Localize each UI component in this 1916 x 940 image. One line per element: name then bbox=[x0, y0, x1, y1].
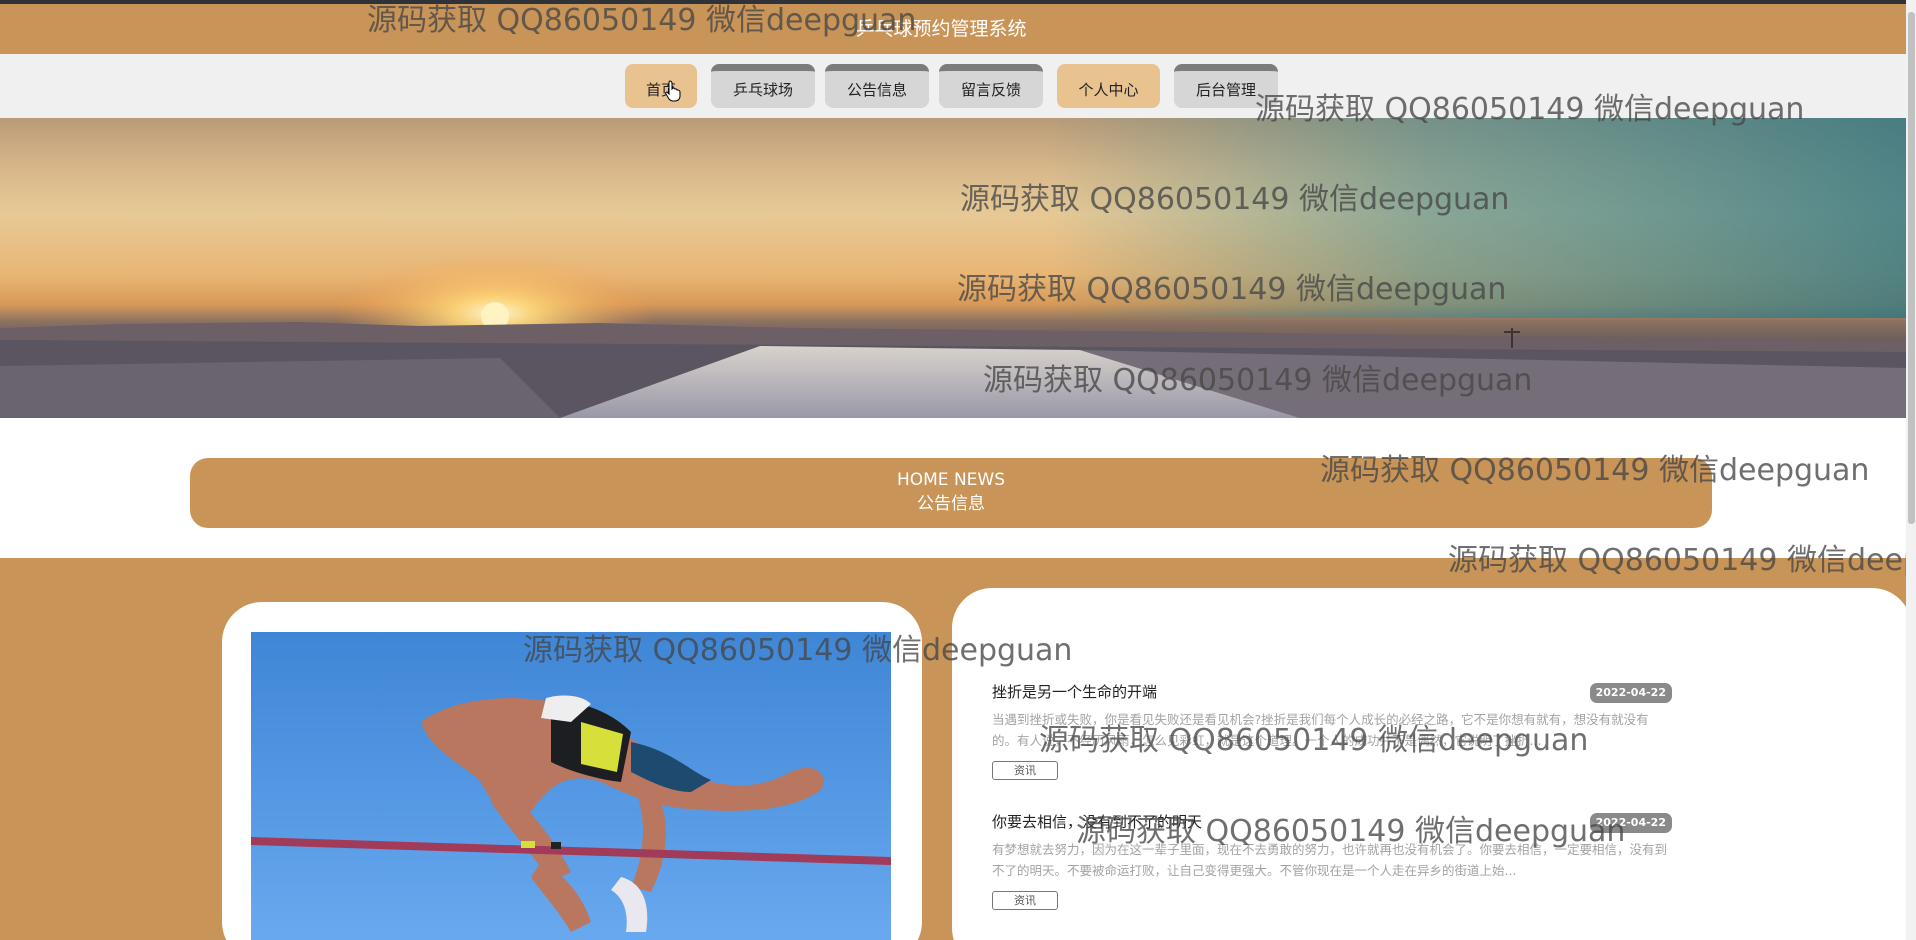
nav-admin[interactable]: 后台管理 bbox=[1174, 64, 1278, 108]
nav-home[interactable]: 首页 bbox=[625, 64, 697, 108]
news-item-tag[interactable]: 资讯 bbox=[992, 891, 1058, 910]
news-item[interactable]: 你要去相信，没有到不了的明天 2022-04-22 有梦想就去努力，因为在这一辈… bbox=[992, 813, 1672, 923]
home-news-bar: HOME NEWS 公告信息 bbox=[190, 458, 1712, 528]
news-heading-en: HOME NEWS bbox=[896, 470, 1006, 490]
site-header: 乒乓球预约管理系统 bbox=[0, 4, 1906, 54]
featured-news-image[interactable] bbox=[251, 632, 891, 940]
page: 乒乓球预约管理系统 首页 乒乓球场 公告信息 留言反馈 个人中心 后台管理 HO… bbox=[0, 0, 1916, 940]
news-item-summary: 有梦想就去努力，因为在这一辈子里面，现在不去勇敢的努力，也许就再也没有机会了。你… bbox=[992, 842, 1668, 878]
hero-banner bbox=[0, 118, 1906, 418]
sunset-canal-image bbox=[0, 118, 1906, 418]
page-scrollbar-thumb[interactable] bbox=[1908, 12, 1915, 524]
hand-cursor-icon bbox=[665, 80, 681, 102]
news-item-summary: 当遇到挫折或失败，你是看见失败还是看见机会?挫折是我们每个人成长的必经之路，它不… bbox=[992, 712, 1649, 748]
news-item-title[interactable]: 挫折是另一个生命的开端 bbox=[992, 683, 1157, 701]
news-item-date-badge: 2022-04-22 bbox=[1589, 813, 1672, 833]
nav-announcements[interactable]: 公告信息 bbox=[825, 64, 929, 108]
nav-feedback[interactable]: 留言反馈 bbox=[939, 64, 1043, 108]
news-item-date-badge: 2022-04-22 bbox=[1589, 683, 1672, 703]
site-title: 乒乓球预约管理系统 bbox=[855, 18, 1027, 40]
main-nav: 首页 乒乓球场 公告信息 留言反馈 个人中心 后台管理 bbox=[0, 54, 1906, 118]
news-item-title[interactable]: 你要去相信，没有到不了的明天 bbox=[992, 813, 1202, 831]
news-heading-cn: 公告信息 bbox=[917, 494, 985, 514]
nav-tennis-courts[interactable]: 乒乓球场 bbox=[711, 64, 815, 108]
news-item-tag[interactable]: 资讯 bbox=[992, 761, 1058, 780]
nav-profile[interactable]: 个人中心 bbox=[1057, 64, 1160, 108]
news-item[interactable]: 挫折是另一个生命的开端 2022-04-22 当遇到挫折或失败，你是看见失败还是… bbox=[992, 683, 1672, 793]
high-jump-athlete-image bbox=[251, 632, 891, 940]
